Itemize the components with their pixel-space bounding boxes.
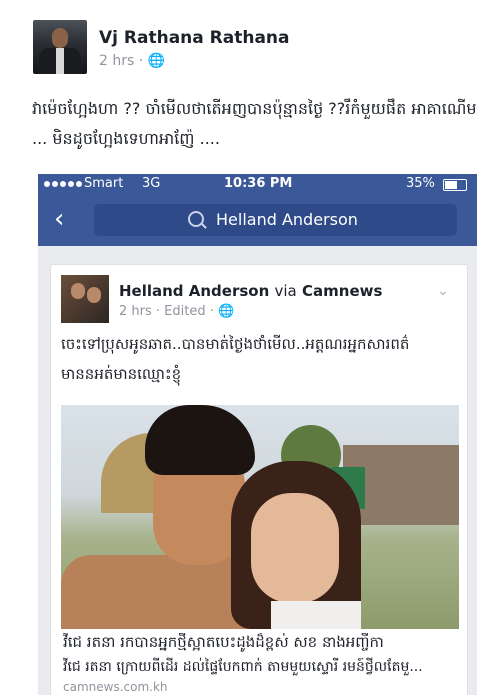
post-status-text: វាម៉េចហ្អែងហា ?? ចាំមើលថាតើអញបានប៉ុន្មាន… <box>32 99 477 148</box>
link-domain: camnews.com.kh <box>63 680 168 694</box>
shared-page-name[interactable]: Camnews <box>302 282 382 300</box>
carrier-label: Smart <box>84 176 124 191</box>
embedded-screenshot: Smart 3G 10:36 PM 35% ‹ Helland Anderson… <box>38 174 477 695</box>
battery-icon <box>443 179 467 191</box>
facebook-post: Vj Rathana Rathana 2 hrs · 🌐 វាម៉េចហ្អែង… <box>8 6 492 695</box>
globe-icon: 🌐 <box>218 304 235 319</box>
globe-icon: 🌐 <box>147 53 166 69</box>
back-chevron-icon[interactable]: ‹ <box>54 204 64 234</box>
shared-author-name[interactable]: Helland Anderson <box>119 282 269 300</box>
shared-post-card: Helland Anderson via Camnews 2 hrs · Edi… <box>50 264 468 695</box>
signal-dots-icon <box>44 181 82 187</box>
shared-post-meta: 2 hrs · Edited · 🌐 <box>119 304 234 319</box>
shared-author-avatar[interactable] <box>61 275 109 323</box>
phone-status-bar: Smart 3G 10:36 PM 35% <box>38 174 477 194</box>
author-name[interactable]: Vj Rathana Rathana <box>99 28 290 48</box>
search-input[interactable]: Helland Anderson <box>94 204 457 236</box>
shared-post-text: ចេះទៅប្រុសអូនឆាត..បានមាត់ថ្ងៃងថាំមើល..អត… <box>61 335 410 383</box>
battery-percent: 35% <box>406 176 435 191</box>
via-label: via <box>274 282 297 300</box>
chevron-down-icon[interactable]: ⌄ <box>437 283 449 299</box>
shared-post-time[interactable]: 2 hrs · Edited · <box>119 304 214 319</box>
search-query: Helland Anderson <box>216 210 358 229</box>
shared-post-header: Helland Anderson via Camnews <box>119 282 382 300</box>
post-meta[interactable]: 2 hrs · 🌐 <box>99 53 165 69</box>
network-label: 3G <box>142 176 161 191</box>
clock-label: 10:36 PM <box>224 176 293 191</box>
link-description: វីជេ រតនា ក្រោយពីដើរ ដល់ផ្ទៃបែកពាក់ តាមម… <box>63 659 423 675</box>
search-icon <box>188 211 204 227</box>
link-title[interactable]: វីជេ រតនា រកបានអ្នកថ្មីស្អាតបេះដូងដ៏ខ្ពស… <box>63 633 459 655</box>
author-avatar[interactable] <box>33 20 87 74</box>
facebook-nav-bar: ‹ Helland Anderson <box>38 194 477 246</box>
couple-photo[interactable] <box>61 405 459 629</box>
post-time[interactable]: 2 hrs · <box>99 53 143 69</box>
